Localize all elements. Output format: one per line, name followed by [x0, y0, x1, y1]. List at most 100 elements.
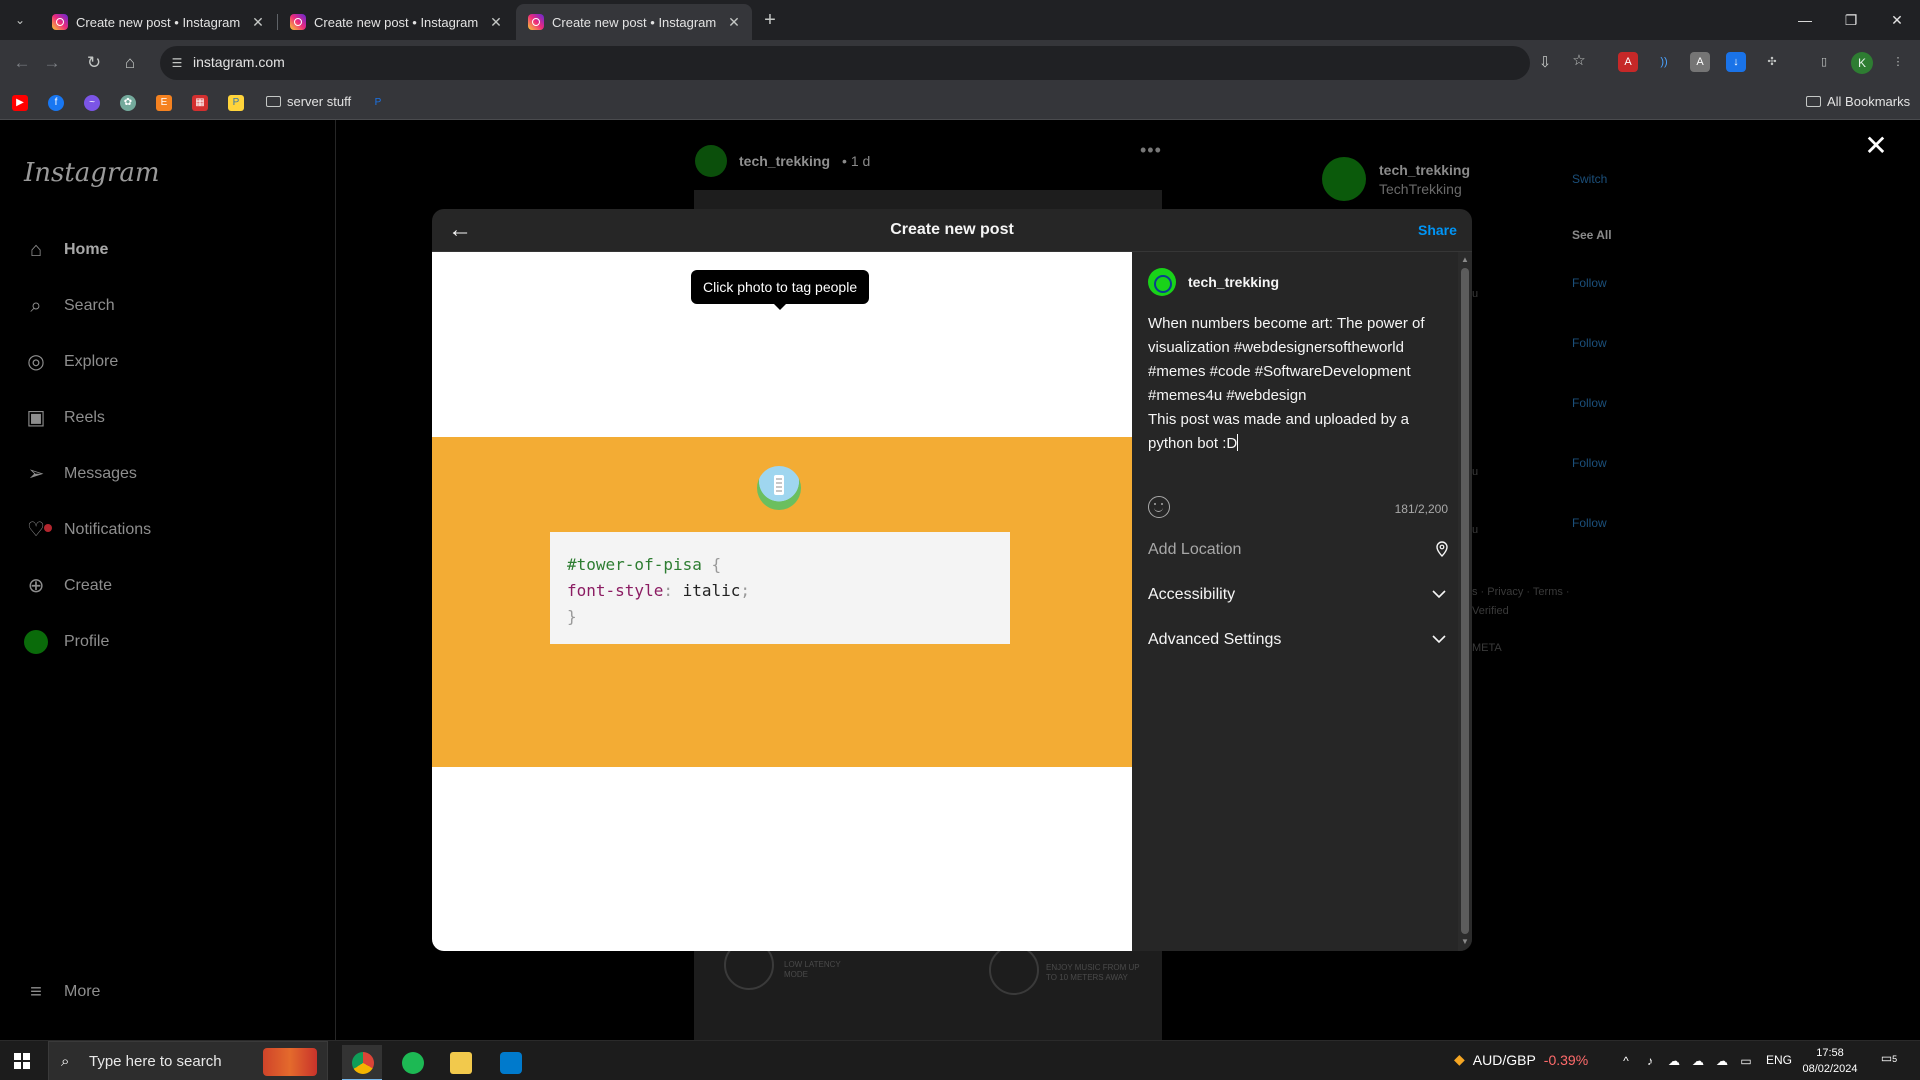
facebook-bookmark-icon[interactable]: f [48, 95, 64, 111]
share-button[interactable]: Share [1418, 222, 1457, 238]
back-icon[interactable]: ← [10, 51, 34, 75]
notification-center-icon[interactable]: ▭5 [1878, 1051, 1900, 1071]
all-bookmarks[interactable]: All Bookmarks [1806, 94, 1910, 109]
cloud-blue-icon[interactable]: ☁ [1714, 1053, 1730, 1069]
scroll-thumb[interactable] [1461, 268, 1469, 934]
add-location-placeholder[interactable]: Add Location [1148, 541, 1241, 559]
scroll-up-icon[interactable]: ▲ [1461, 256, 1469, 264]
building-shape [774, 475, 784, 495]
hamburger-icon: ≡ [30, 981, 42, 1003]
nav-profile[interactable]: Profile [24, 622, 109, 662]
url-text[interactable]: instagram.com [193, 54, 285, 70]
feed-username[interactable]: tech_trekking [739, 153, 830, 169]
side-panel-icon[interactable]: ▯ [1814, 52, 1834, 72]
stock-ticker[interactable]: ◆ AUD/GBP -0.39% [1454, 1051, 1588, 1068]
reload-icon[interactable]: ↻ [82, 51, 106, 75]
windows-start-icon[interactable] [14, 1053, 30, 1069]
taskbar-search-placeholder[interactable]: Type here to search [89, 1053, 222, 1070]
language-indicator[interactable]: ENG [1766, 1053, 1792, 1067]
scroll-down-icon[interactable]: ▼ [1461, 938, 1469, 946]
caption-textarea[interactable]: When numbers become art: The power of vi… [1148, 312, 1448, 456]
install-app-icon[interactable]: ⇩ [1536, 54, 1554, 72]
window-close-button[interactable]: ✕ [1874, 0, 1920, 40]
clock-date: 08/02/2024 [1802, 1063, 1858, 1075]
nav-reels[interactable]: ▣ Reels [24, 398, 105, 438]
cloud-icon[interactable]: ☁ [1690, 1053, 1706, 1069]
post-image-content[interactable]: #tower-of-pisa { font-style: italic; } [432, 437, 1132, 767]
minimize-button[interactable]: — [1782, 0, 1828, 40]
code-colon: : [663, 581, 673, 600]
extension-gray-icon[interactable]: A [1690, 52, 1710, 72]
suggestion-fragment: u [1472, 288, 1479, 300]
follow-button[interactable]: Follow [1572, 276, 1607, 290]
nav-search[interactable]: ⌕ Search [24, 286, 114, 326]
home-icon[interactable]: ⌂ [118, 51, 142, 75]
follow-button[interactable]: Follow [1572, 396, 1607, 410]
extension-download-icon[interactable]: ↓ [1726, 52, 1746, 72]
follow-button[interactable]: Follow [1572, 516, 1607, 530]
add-location-field[interactable]: Add Location [1148, 528, 1448, 572]
volume-icon[interactable]: ♪ [1642, 1053, 1658, 1069]
advanced-settings-section[interactable]: Advanced Settings [1148, 618, 1448, 662]
taskbar-search[interactable]: ⌕ Type here to search [48, 1041, 328, 1080]
grid-bookmark-icon[interactable]: ▦ [192, 95, 208, 111]
chevron-up-icon[interactable]: ^ [1618, 1053, 1634, 1069]
nav-notifications[interactable]: ♡ Notifications [24, 510, 151, 550]
code-value: italic [682, 581, 741, 600]
nav-create[interactable]: ⊕ Create [24, 566, 112, 606]
nav-home[interactable]: ⌂ Home [24, 230, 109, 270]
tab-close-icon[interactable]: ✕ [726, 14, 742, 31]
taskbar-file-explorer[interactable] [440, 1045, 480, 1080]
notification-dot [44, 524, 52, 532]
nav-explore[interactable]: ◎ Explore [24, 342, 118, 382]
taskbar-vscode[interactable] [490, 1045, 530, 1080]
youtube-bookmark-icon[interactable]: ▶ [12, 95, 28, 111]
network-icon[interactable]: ▭ [1738, 1053, 1754, 1069]
forward-icon[interactable]: → [40, 51, 64, 75]
browser-tab-1[interactable]: Create new post • Instagram ✕ [40, 4, 276, 40]
chatgpt-bookmark-icon[interactable]: ✿ [120, 95, 136, 111]
extension-audio-icon[interactable]: )) [1654, 52, 1674, 72]
tab-search-chevron-icon[interactable]: ⌄ [8, 8, 32, 32]
see-all-link[interactable]: See All [1572, 228, 1612, 242]
server-bookmark-icon[interactable]: E [156, 95, 172, 111]
site-info-icon[interactable]: ☰ [168, 54, 186, 72]
extensions-puzzle-icon[interactable]: ✣ [1762, 52, 1782, 72]
extension-adblock-icon[interactable]: A [1618, 52, 1638, 72]
address-bar[interactable]: ☰ instagram.com ⇩ [160, 46, 1551, 80]
avatar[interactable] [695, 145, 727, 177]
tab-close-icon[interactable]: ✕ [488, 14, 504, 31]
new-tab-button[interactable]: + [758, 8, 782, 32]
follow-button[interactable]: Follow [1572, 456, 1607, 470]
paypal-bookmark-icon[interactable]: P [370, 95, 386, 111]
close-icon[interactable]: ✕ [1864, 132, 1888, 160]
follow-button[interactable]: Follow [1572, 336, 1607, 350]
python-bookmark-icon[interactable]: P [228, 95, 244, 111]
bookmark-star-icon[interactable]: ☆ [1570, 52, 1588, 70]
profile-avatar[interactable]: K [1851, 52, 1873, 74]
emoji-icon[interactable] [1148, 496, 1170, 518]
post-image-preview[interactable]: Click photo to tag people #tower-of-pisa… [432, 252, 1132, 951]
caption-text[interactable]: When numbers become art: The power of vi… [1148, 315, 1429, 452]
panel-scrollbar[interactable]: ▲ ▼ [1458, 252, 1472, 951]
chrome-menu-icon[interactable]: ⋮ [1888, 52, 1908, 72]
taskbar-clock[interactable]: 17:58 08/02/2024 [1800, 1045, 1860, 1077]
speed-icon [989, 945, 1039, 995]
suggestion-username[interactable]: tech_trekking [1379, 162, 1470, 178]
restore-button[interactable]: ❐ [1828, 0, 1874, 40]
messenger-bookmark-icon[interactable]: ~ [84, 95, 100, 111]
browser-tab-2[interactable]: Create new post • Instagram ✕ [278, 4, 514, 40]
instagram-logo[interactable]: Instagram [24, 158, 160, 188]
taskbar-chrome[interactable] [342, 1045, 382, 1080]
more-options-icon[interactable]: ••• [1140, 140, 1162, 161]
onedrive-icon[interactable]: ☁ [1666, 1053, 1682, 1069]
nav-more[interactable]: ≡ More [24, 972, 100, 1012]
nav-messages[interactable]: ➢ Messages [24, 454, 137, 494]
taskbar-spotify[interactable] [392, 1045, 432, 1080]
switch-link[interactable]: Switch [1572, 172, 1607, 186]
avatar[interactable] [1322, 157, 1366, 201]
tab-close-icon[interactable]: ✕ [250, 14, 266, 31]
accessibility-section[interactable]: Accessibility [1148, 573, 1448, 617]
server-stuff-folder[interactable]: server stuff [266, 94, 351, 109]
browser-tab-3-active[interactable]: Create new post • Instagram ✕ [516, 4, 752, 40]
